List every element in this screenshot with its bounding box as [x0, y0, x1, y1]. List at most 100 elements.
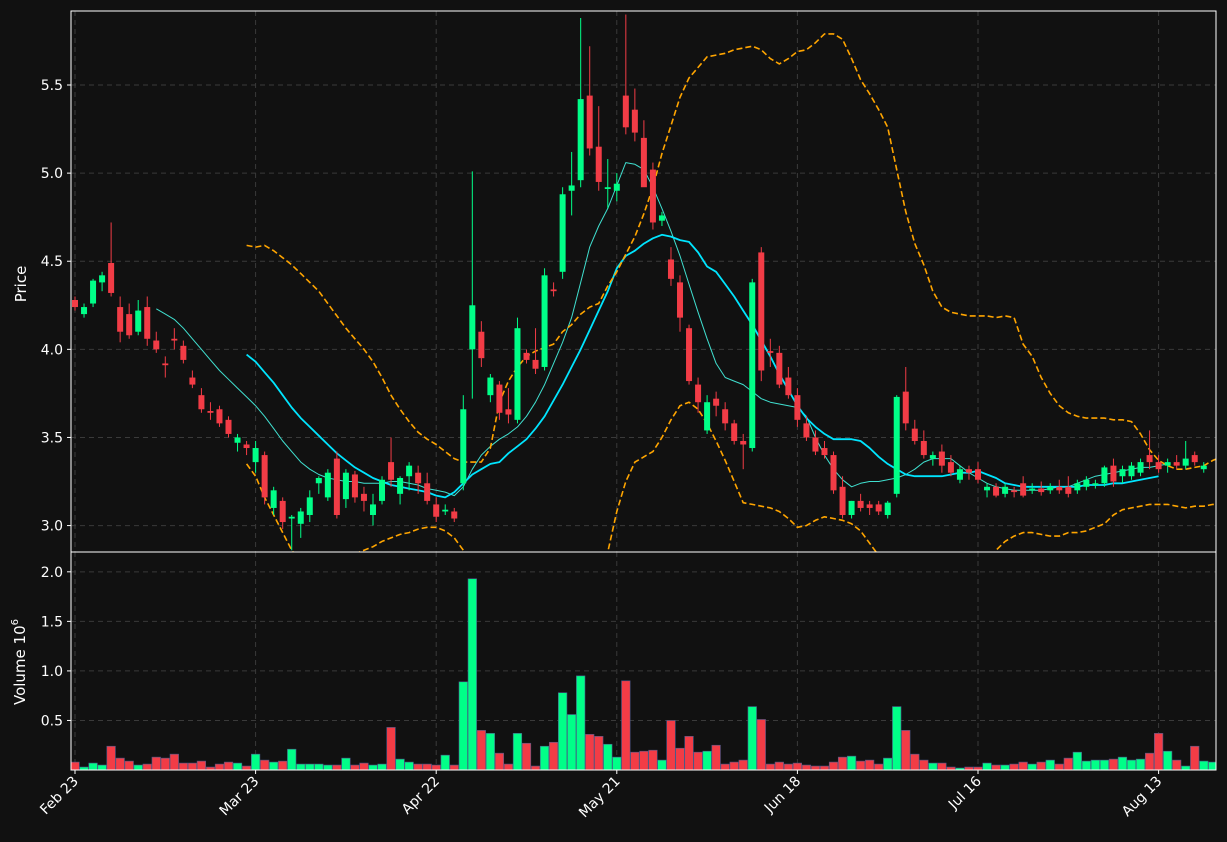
volume-bar	[828, 761, 839, 770]
volume-bar	[548, 741, 559, 770]
candle-body	[379, 479, 386, 501]
candle-body	[731, 423, 738, 441]
volume-bar	[756, 719, 766, 770]
candle-body	[496, 384, 503, 413]
volume-bar	[476, 730, 486, 770]
candle-body	[965, 469, 972, 473]
candle-body	[523, 352, 530, 360]
candle	[758, 247, 765, 382]
volume-axis-exponent: 6	[10, 619, 21, 625]
volume-bar	[819, 765, 830, 770]
candle-body	[351, 474, 358, 498]
volume-bar	[1099, 759, 1110, 770]
volume-bar	[386, 727, 396, 770]
volume-bar	[801, 764, 812, 770]
candle-body	[1200, 465, 1207, 470]
candle-body	[505, 409, 512, 415]
volume-bar	[991, 764, 1001, 770]
volume-bar	[413, 763, 423, 770]
candle-body	[604, 187, 611, 189]
volume-bar	[341, 757, 351, 770]
volume-bar	[260, 759, 270, 770]
volume-bar	[1045, 759, 1055, 770]
candle-body	[839, 486, 846, 515]
candle-body	[794, 395, 801, 420]
volume-bar	[648, 749, 658, 770]
candle-body	[559, 194, 566, 272]
candle-body	[1155, 462, 1162, 470]
candle-body	[767, 351, 774, 353]
candle-body	[577, 99, 584, 181]
candle-body	[162, 363, 169, 366]
candle-body	[595, 146, 602, 182]
volume-tick-label: 1.5	[41, 614, 63, 630]
volume-bar	[359, 762, 369, 770]
candle-body	[713, 398, 720, 406]
volume-bar	[603, 743, 613, 770]
volume-bar	[296, 763, 306, 770]
candle-body	[911, 428, 918, 441]
volume-bar	[856, 760, 866, 770]
price-tick-label: 4.0	[41, 342, 63, 358]
candle	[514, 317, 521, 424]
volume-bar	[928, 762, 938, 770]
volume-bar	[738, 759, 748, 770]
volume-bar	[314, 763, 324, 770]
volume-bar	[287, 748, 297, 770]
volume-bar	[594, 736, 604, 770]
volume-bar	[657, 759, 667, 770]
volume-bar	[1190, 745, 1200, 770]
candle-body	[848, 500, 855, 515]
candle-body	[424, 483, 431, 501]
candle-body	[866, 504, 873, 508]
volume-bar	[323, 764, 333, 770]
volume-bar	[837, 756, 848, 770]
candle-body	[803, 423, 810, 438]
candle-body	[1056, 486, 1063, 491]
volume-bar	[1018, 761, 1028, 770]
candle-body	[1074, 483, 1081, 491]
candle-body	[740, 440, 747, 445]
candle-body	[333, 458, 340, 515]
candle	[460, 395, 467, 491]
candle-body	[442, 509, 449, 512]
candle-body	[649, 169, 656, 223]
volume-bar	[684, 736, 694, 770]
volume-bar	[377, 763, 387, 770]
candle-body	[884, 502, 891, 515]
volume-bar	[675, 747, 685, 770]
price-tick-label: 5.0	[41, 166, 63, 182]
candle	[749, 278, 756, 452]
candle-body	[1020, 483, 1027, 496]
volume-bar	[702, 750, 712, 770]
volume-bar	[332, 764, 342, 770]
candle-body	[758, 252, 765, 371]
candle-body	[397, 477, 404, 494]
candle-body	[207, 411, 214, 413]
volume-bar	[1000, 764, 1010, 770]
volume-bar	[639, 750, 649, 770]
candle-body	[81, 307, 88, 315]
volume-axis-label-text: Volume 10	[11, 625, 29, 705]
candle-body	[171, 338, 178, 341]
volume-bar	[151, 756, 161, 770]
volume-bar	[241, 765, 252, 770]
candle-body	[279, 500, 286, 523]
volume-tick-label: 0.5	[41, 713, 63, 729]
candle-body	[451, 511, 458, 519]
candle-body	[415, 472, 422, 484]
candle-body	[225, 419, 232, 434]
candle-body	[469, 305, 476, 350]
candle-body	[667, 259, 674, 279]
volume-bar	[919, 759, 929, 770]
volume-bar	[494, 752, 505, 770]
candle	[893, 395, 900, 498]
candle	[90, 278, 97, 308]
volume-tick-label: 1.0	[41, 664, 63, 680]
candle-body	[532, 359, 539, 369]
candle-body	[902, 391, 909, 424]
volume-bar	[539, 745, 550, 770]
candle-body	[135, 310, 142, 332]
candle-body	[640, 137, 647, 188]
volume-bar	[783, 763, 793, 770]
